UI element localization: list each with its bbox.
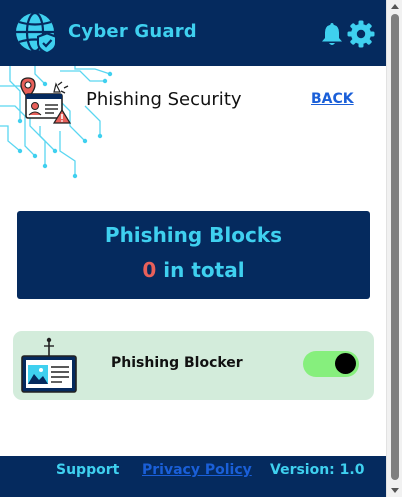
block-count: 0 xyxy=(142,258,157,282)
phishing-blocker-label: Phishing Blocker xyxy=(111,355,243,371)
vertical-scrollbar[interactable] xyxy=(386,0,402,497)
bell-icon[interactable] xyxy=(320,21,344,47)
page-title: Phishing Security xyxy=(86,89,242,110)
extension-popup: Cyber Guard Phishing Security BACK Phish… xyxy=(0,0,386,497)
back-link[interactable]: BACK xyxy=(311,91,354,107)
stats-total: 0 in total xyxy=(17,258,370,282)
stats-title: Phishing Blocks xyxy=(104,223,283,247)
version-label: Version: 1.0 xyxy=(270,462,365,478)
scroll-down-arrow-icon[interactable] xyxy=(391,488,399,493)
phishing-blocker-row: Phishing Blocker xyxy=(13,331,374,400)
app-title: Cyber Guard xyxy=(68,21,197,42)
footer: Support Privacy Policy Version: 1.0 xyxy=(0,456,386,497)
phishing-blocks-card: Phishing Blocks 0 in total xyxy=(17,211,370,299)
stats-suffix: in total xyxy=(156,258,245,282)
gear-icon[interactable] xyxy=(347,20,375,48)
globe-shield-logo-icon xyxy=(16,11,57,54)
scroll-thumb[interactable] xyxy=(391,14,399,480)
privacy-policy-link[interactable]: Privacy Policy xyxy=(142,462,252,478)
support-link[interactable]: Support xyxy=(56,462,119,478)
scroll-up-arrow-icon[interactable] xyxy=(391,4,399,9)
header: Cyber Guard xyxy=(0,0,386,66)
toggle-knob xyxy=(335,353,356,374)
phishing-blocker-toggle[interactable] xyxy=(303,351,359,377)
phishing-id-card-icon xyxy=(20,77,72,124)
monitor-antenna-icon xyxy=(21,337,77,393)
